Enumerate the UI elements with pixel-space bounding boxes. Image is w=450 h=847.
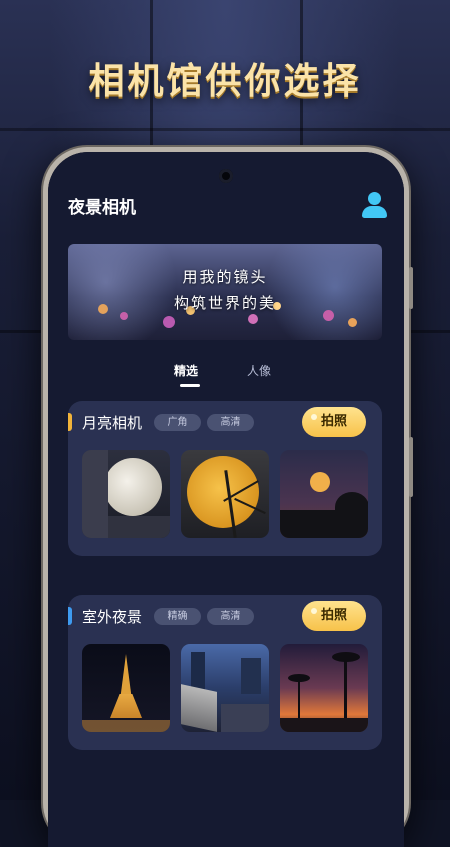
banner-text-line2: 构筑世界的美	[173, 294, 276, 312]
ground-silhouette	[280, 718, 368, 732]
thumbnail-city-train[interactable]	[181, 644, 269, 732]
train-shape	[181, 684, 217, 732]
bokeh-light	[163, 316, 175, 328]
bokeh-light	[120, 312, 128, 320]
tree-silhouette	[335, 492, 368, 522]
bokeh-light	[248, 314, 258, 324]
button-shine-dot	[311, 414, 317, 420]
profile-body-shape	[362, 206, 387, 218]
moon-shape	[310, 472, 330, 492]
profile-head-shape	[368, 192, 381, 205]
moon-shape	[187, 456, 259, 528]
building-shape	[82, 450, 108, 538]
promo-headline: 相机馆供你选择	[88, 61, 362, 102]
app-screen: 夜景相机 用我的镜头 构筑世界的美 精选 人像 月亮相机 广角 高清 拍照 室外…	[48, 152, 404, 847]
thumbnail-full-moon-tree[interactable]	[181, 450, 269, 538]
card-title: 月亮相机	[82, 414, 143, 432]
tab-active-indicator	[180, 384, 200, 387]
banner-text-line1: 用我的镜头	[182, 268, 268, 286]
thumbnail-eiffel-tower[interactable]	[82, 644, 170, 732]
tab-portrait[interactable]: 人像	[247, 362, 271, 379]
palm-tree-shape	[332, 652, 360, 662]
camera-card-outdoor-night[interactable]: 室外夜景 精确 高清 拍照	[68, 595, 382, 750]
button-shine-dot	[311, 608, 317, 614]
camera-card-moon[interactable]: 月亮相机 广角 高清 拍照	[68, 401, 382, 556]
phone-volume-button	[409, 267, 413, 309]
tag-chip: 高清	[207, 414, 254, 431]
take-photo-label: 拍照	[320, 414, 347, 429]
card-accent-bar	[68, 607, 72, 625]
card-accent-bar	[68, 413, 72, 431]
front-camera	[219, 169, 233, 183]
thumbnail-palm-sunset[interactable]	[280, 644, 368, 732]
city-lights	[82, 720, 170, 732]
palm-tree-shape	[288, 674, 310, 682]
banner[interactable]: 用我的镜头 构筑世界的美	[68, 244, 382, 340]
moon-shape	[104, 458, 162, 516]
thumbnail-moon-over-building[interactable]	[82, 450, 170, 538]
take-photo-label: 拍照	[320, 608, 347, 623]
tower-shape	[110, 694, 142, 718]
thumbnail-moon-dusk[interactable]	[280, 450, 368, 538]
building-shape	[241, 658, 261, 694]
take-photo-button[interactable]: 拍照	[302, 601, 366, 631]
phone-frame: 夜景相机 用我的镜头 构筑世界的美 精选 人像 月亮相机 广角 高清 拍照 室外…	[43, 147, 413, 847]
tag-chip: 高清	[207, 608, 254, 625]
building-shape	[108, 516, 170, 538]
tab-featured[interactable]: 精选	[174, 362, 198, 379]
user-profile-icon[interactable]	[361, 192, 387, 222]
bokeh-light	[348, 318, 357, 327]
background-grid-line	[0, 128, 450, 131]
card-title: 室外夜景	[82, 608, 143, 626]
phone-screen: 夜景相机 用我的镜头 构筑世界的美 精选 人像 月亮相机 广角 高清 拍照 室外…	[48, 152, 404, 847]
phone-power-button	[409, 437, 413, 497]
tag-chip: 精确	[154, 608, 201, 625]
take-photo-button[interactable]: 拍照	[302, 407, 366, 437]
platform-shape	[221, 704, 269, 732]
app-title: 夜景相机	[68, 198, 136, 218]
tag-chip: 广角	[154, 414, 201, 431]
